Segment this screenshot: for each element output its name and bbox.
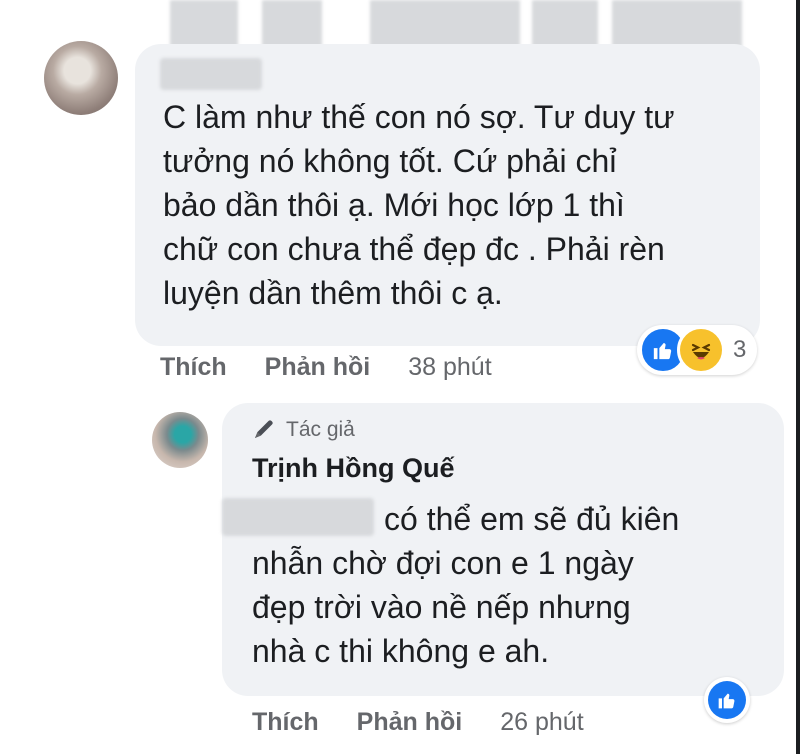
reaction-count: 3 xyxy=(733,336,747,363)
comment-time[interactable]: 38 phút xyxy=(408,353,491,382)
reply-time[interactable]: 26 phút xyxy=(500,708,583,737)
frame-edge xyxy=(796,0,800,754)
author-badge: Tác giả xyxy=(252,418,355,442)
avatar[interactable] xyxy=(44,41,118,115)
author-name[interactable]: Trịnh Hồng Quế xyxy=(252,453,455,484)
comment-text: C làm như thế con nó sợ. Tư duy tư tưởng… xyxy=(163,99,675,311)
reaction-summary[interactable]: 3 xyxy=(637,325,757,375)
author-badge-label: Tác giả xyxy=(286,418,355,441)
reply-text-first-line: có thể em sẽ đủ kiên xyxy=(384,501,680,537)
like-button[interactable]: Thích xyxy=(252,708,319,737)
reaction-summary[interactable] xyxy=(704,677,750,723)
reply-button[interactable]: Phản hồi xyxy=(357,708,463,737)
reply-button[interactable]: Phản hồi xyxy=(265,353,371,382)
comment-actions: Thích Phản hồi 38 phút xyxy=(160,353,492,382)
reply-text: nhẫn chờ đợi con e 1 ngày đẹp trời vào n… xyxy=(252,545,634,669)
like-button[interactable]: Thích xyxy=(160,353,227,382)
blurred-content xyxy=(170,0,238,48)
blurred-content xyxy=(532,0,598,48)
avatar[interactable] xyxy=(152,412,208,468)
blurred-content xyxy=(612,0,742,48)
reply-actions: Thích Phản hồi 26 phút xyxy=(252,708,584,737)
blurred-mention xyxy=(222,498,374,536)
blurred-content xyxy=(370,0,520,48)
haha-icon xyxy=(677,326,725,374)
blurred-content xyxy=(262,0,322,48)
pencil-icon xyxy=(252,419,278,441)
like-icon xyxy=(708,681,746,719)
blurred-commenter-name xyxy=(160,58,262,90)
